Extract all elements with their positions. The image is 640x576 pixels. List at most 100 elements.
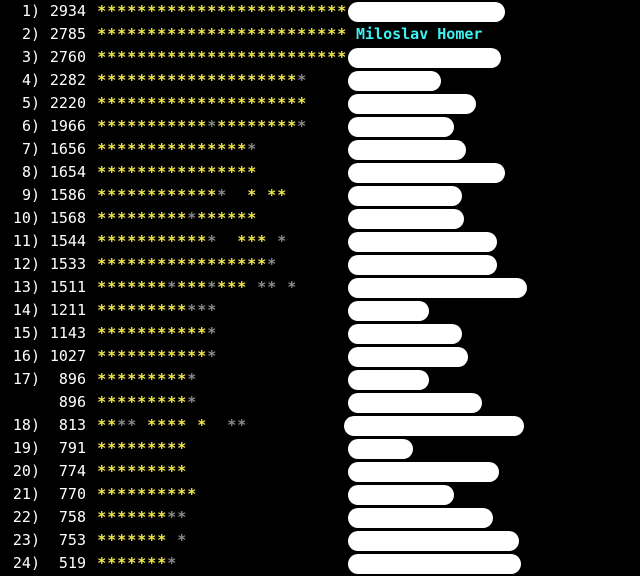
gold-star-icon: * (167, 439, 176, 457)
leaderboard-row: 14) 1211 * * * * * * * * * * * * (0, 299, 640, 322)
gold-star-icon: * (217, 209, 226, 227)
leaderboard: 1) 2934 * * * * * * * * * * * * * * * * * * * * * * * * * 2) 2785 * * *… (0, 0, 640, 576)
gold-star-icon: * (197, 140, 206, 158)
score-value: 1568 (49, 209, 86, 227)
gold-star-icon: * (187, 347, 196, 365)
leaderboard-row: 7) 1656 * * * * * * * * * * * * * * * * (0, 138, 640, 161)
gold-star-icon: * (157, 25, 166, 43)
rank-label: 9) (21, 186, 40, 204)
leaderboard-row: 20) 774 * * * * * * * * * (0, 460, 640, 483)
silver-star-icon: * (257, 278, 266, 296)
gold-star-icon: * (117, 140, 126, 158)
score-value: 896 (58, 393, 86, 411)
gold-star-icon: * (137, 439, 146, 457)
redacted-name (348, 462, 499, 482)
score-value: 774 (58, 462, 86, 480)
star-track: * * * * * * * * * * * * (96, 322, 356, 345)
gold-star-icon: * (177, 393, 186, 411)
gold-star-icon: * (247, 94, 256, 112)
gold-star-icon: * (147, 186, 156, 204)
gold-star-icon: * (137, 255, 146, 273)
star-gap: * (266, 230, 276, 253)
gold-star-icon: * (267, 25, 276, 43)
gold-star-icon: * (287, 71, 296, 89)
silver-star-icon: * (207, 347, 216, 365)
star-gap: * (246, 276, 256, 299)
gold-star-icon: * (227, 209, 236, 227)
silver-star-icon: * (207, 301, 216, 319)
gold-star-icon: * (167, 94, 176, 112)
star-track: * * * * * * * * * * * * * * * * * * * * * (96, 92, 356, 115)
gold-star-icon: * (147, 2, 156, 20)
gold-star-icon: * (157, 2, 166, 20)
rank-label: 14) (12, 301, 40, 319)
star-track: * * * * * * * * * * (96, 391, 356, 414)
redacted-name (348, 255, 497, 275)
gold-star-icon: * (177, 140, 186, 158)
rank-label: 7) (21, 140, 40, 158)
gold-star-icon: * (237, 71, 246, 89)
gold-star-icon: * (177, 117, 186, 135)
gold-star-icon: * (197, 71, 206, 89)
gold-star-icon: * (157, 48, 166, 66)
rank-label: 18) (12, 416, 40, 434)
gold-star-icon: * (117, 439, 126, 457)
gold-star-icon: * (197, 324, 206, 342)
gold-star-icon: * (157, 186, 166, 204)
gold-star-icon: * (277, 186, 286, 204)
gold-star-icon: * (127, 140, 136, 158)
rank-label: 8) (21, 163, 40, 181)
gold-star-icon: * (327, 2, 336, 20)
silver-star-icon: * (187, 393, 196, 411)
redacted-name (348, 209, 464, 229)
silver-star-icon: * (187, 370, 196, 388)
gold-star-icon: * (207, 48, 216, 66)
gold-star-icon: * (207, 209, 216, 227)
redacted-name (348, 439, 413, 459)
star-track: ********* (96, 529, 356, 552)
gold-star-icon: * (107, 186, 116, 204)
gold-star-icon: * (197, 255, 206, 273)
gold-star-icon: * (207, 94, 216, 112)
leaderboard-row: 24) 519 * * * * * * * * (0, 552, 640, 575)
gold-star-icon: * (127, 462, 136, 480)
score-value: 2785 (49, 25, 86, 43)
gold-star-icon: * (97, 140, 106, 158)
gold-star-icon: * (287, 25, 296, 43)
gold-star-icon: * (127, 485, 136, 503)
score-value: 2220 (49, 94, 86, 112)
gold-star-icon: * (97, 71, 106, 89)
gold-star-icon: * (227, 255, 236, 273)
gold-star-icon: * (167, 71, 176, 89)
gold-star-icon: * (157, 324, 166, 342)
gold-star-icon: * (257, 255, 266, 273)
gold-star-icon: * (137, 186, 146, 204)
gold-star-icon: * (107, 94, 116, 112)
gold-star-icon: * (267, 186, 276, 204)
gold-star-icon: * (167, 140, 176, 158)
score-value: 813 (58, 416, 86, 434)
leaderboard-row: 1) 2934 * * * * * * * * * * * * * * * * * * * * * * * * * (0, 0, 640, 23)
gold-star-icon: * (177, 232, 186, 250)
star-gap: * (256, 184, 266, 207)
gold-star-icon: * (177, 485, 186, 503)
gold-star-icon: * (177, 255, 186, 273)
gold-star-icon: * (187, 255, 196, 273)
leaderboard-row: 19) 791 * * * * * * * * * (0, 437, 640, 460)
gold-star-icon: * (327, 48, 336, 66)
gold-star-icon: * (277, 117, 286, 135)
leaderboard-row: 8) 1654 * * * * * * * * * * * * * * * * (0, 161, 640, 184)
gold-star-icon: * (137, 462, 146, 480)
star-track: * * * * * * * * * * * * * * * * (96, 207, 356, 230)
gold-star-icon: * (127, 232, 136, 250)
gold-star-icon: * (157, 439, 166, 457)
gold-star-icon: * (177, 71, 186, 89)
gold-star-icon: * (227, 117, 236, 135)
gold-star-icon: * (167, 301, 176, 319)
gold-star-icon: * (167, 2, 176, 20)
redacted-name (348, 186, 462, 206)
silver-star-icon: * (127, 416, 136, 434)
score-value: 1027 (49, 347, 86, 365)
gold-star-icon: * (157, 209, 166, 227)
gold-star-icon: * (207, 140, 216, 158)
